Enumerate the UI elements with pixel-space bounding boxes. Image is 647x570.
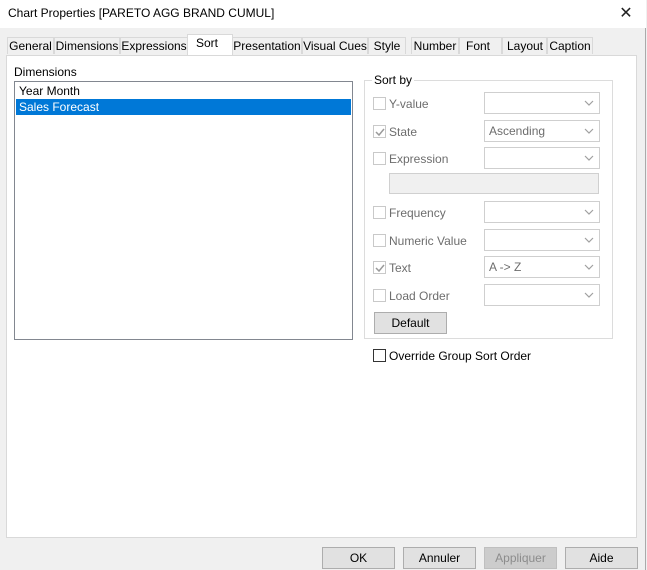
tab-general[interactable]: General — [7, 37, 54, 54]
chevron-down-icon — [584, 155, 594, 161]
frequency-label: Frequency — [389, 206, 446, 220]
text-checkbox[interactable] — [373, 261, 386, 274]
checkmark-icon — [375, 264, 385, 273]
numeric-value-label: Numeric Value — [389, 234, 467, 248]
text-dropdown-value: A -> Z — [489, 260, 522, 274]
y-value-label: Y-value — [389, 97, 429, 111]
state-label: State — [389, 125, 418, 139]
cancel-button[interactable]: Annuler — [403, 547, 476, 569]
chevron-down-icon — [584, 209, 594, 215]
dimensions-listbox[interactable]: Year Month Sales Forecast — [14, 81, 353, 340]
state-dropdown-value: Ascending — [489, 124, 546, 138]
list-item-selected[interactable]: Sales Forecast — [16, 99, 351, 115]
window-title: Chart Properties [PARETO AGG BRAND CUMUL… — [8, 6, 275, 20]
default-button[interactable]: Default — [374, 312, 447, 334]
dimensions-label: Dimensions — [14, 65, 77, 79]
ok-button[interactable]: OK — [322, 547, 395, 569]
expression-checkbox[interactable] — [373, 152, 386, 165]
tab-sort[interactable]: Sort — [187, 34, 233, 55]
expression-label: Expression — [389, 152, 449, 166]
tab-style[interactable]: Style — [368, 37, 406, 54]
y-value-checkbox[interactable] — [373, 97, 386, 110]
tab-visual-cues[interactable]: Visual Cues — [302, 37, 368, 54]
help-button[interactable]: Aide — [565, 547, 638, 569]
title-bar: Chart Properties [PARETO AGG BRAND CUMUL… — [0, 0, 646, 28]
checkmark-icon — [375, 128, 385, 137]
state-checkbox[interactable] — [373, 125, 386, 138]
load-order-dropdown[interactable] — [484, 284, 600, 306]
tab-presentation[interactable]: Presentation — [232, 37, 302, 54]
load-order-checkbox[interactable] — [373, 289, 386, 302]
list-item[interactable]: Year Month — [16, 83, 351, 99]
chevron-down-icon — [584, 264, 594, 270]
apply-button[interactable]: Appliquer — [484, 547, 557, 569]
expression-dropdown[interactable] — [484, 147, 600, 169]
tab-font[interactable]: Font — [459, 37, 502, 54]
tab-dimensions[interactable]: Dimensions — [54, 37, 120, 54]
tab-layout[interactable]: Layout — [502, 37, 547, 54]
frequency-dropdown[interactable] — [484, 201, 600, 223]
tab-caption[interactable]: Caption — [547, 37, 593, 54]
sort-by-title: Sort by — [372, 73, 415, 87]
tab-number[interactable]: Number — [411, 37, 459, 54]
override-group-sort-checkbox[interactable] — [373, 349, 386, 362]
frequency-checkbox[interactable] — [373, 206, 386, 219]
chevron-down-icon — [584, 292, 594, 298]
close-icon[interactable]: ✕ — [608, 0, 644, 26]
state-dropdown[interactable]: Ascending — [484, 120, 600, 142]
override-group-sort-label: Override Group Sort Order — [389, 349, 532, 363]
numeric-value-dropdown[interactable] — [484, 229, 600, 251]
chevron-down-icon — [584, 237, 594, 243]
y-value-dropdown[interactable] — [484, 92, 600, 114]
load-order-label: Load Order — [389, 289, 450, 303]
tab-expressions[interactable]: Expressions — [120, 37, 188, 54]
text-dropdown[interactable]: A -> Z — [484, 256, 600, 278]
numeric-value-checkbox[interactable] — [373, 234, 386, 247]
expression-edit-field[interactable] — [389, 173, 599, 194]
chevron-down-icon — [584, 100, 594, 106]
text-label: Text — [389, 261, 412, 275]
chart-properties-dialog: Chart Properties [PARETO AGG BRAND CUMUL… — [0, 0, 646, 570]
chevron-down-icon — [584, 128, 594, 134]
